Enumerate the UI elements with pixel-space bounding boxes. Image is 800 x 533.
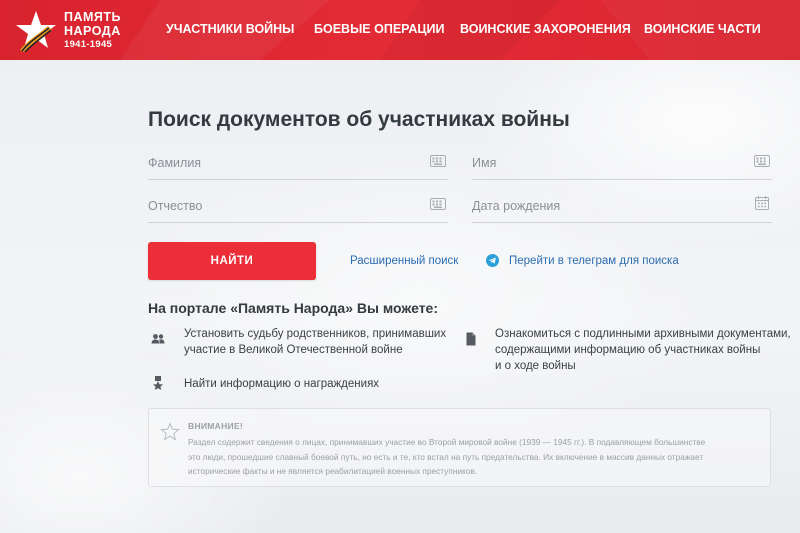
people-icon <box>151 334 165 344</box>
feature-archive-line3: и о ходе войны <box>495 360 576 372</box>
notice-line2: это люди, прошедшие славный боевой путь,… <box>188 451 704 462</box>
feature-fate-line2: участие в Великой Отечественной войне <box>184 344 403 356</box>
feature-archive-line2: содержащими информацию об участниках вой… <box>495 344 761 356</box>
site-header: ПАМЯТЬ НАРОДА 1941-1945 УЧАСТНИКИ ВОЙНЫ … <box>0 0 800 60</box>
features-heading: На портале «Память Народа» Вы можете: <box>148 300 439 316</box>
nav-item-participants[interactable]: УЧАСТНИКИ ВОЙНЫ <box>166 22 294 36</box>
nav-item-operations[interactable]: БОЕВЫЕ ОПЕРАЦИИ <box>314 22 445 36</box>
find-button[interactable]: НАЙТИ <box>148 242 316 280</box>
nav-item-burials[interactable]: ВОИНСКИЕ ЗАХОРОНЕНИЯ <box>460 22 631 36</box>
first-name-field[interactable]: Имя <box>472 150 772 180</box>
main-nav: УЧАСТНИКИ ВОЙНЫ БОЕВЫЕ ОПЕРАЦИИ ВОИНСКИЕ… <box>0 0 800 60</box>
page-title: Поиск документов об участниках войны <box>148 108 570 131</box>
patronymic-placeholder: Отчество <box>148 199 203 213</box>
calendar-icon[interactable] <box>754 195 770 211</box>
patronymic-field[interactable]: Отчество <box>148 193 448 223</box>
warning-notice: ВНИМАНИЕ! Раздел содержит сведения о лиц… <box>148 408 771 487</box>
notice-line1: Раздел содержит сведения о лицах, приним… <box>188 437 706 447</box>
last-name-placeholder: Фамилия <box>148 156 202 170</box>
star-outline-icon <box>160 422 180 441</box>
notice-line3: исторические факты и не является реабили… <box>188 466 478 476</box>
advanced-search-link[interactable]: Расширенный поиск <box>350 255 458 267</box>
notice-title: ВНИМАНИЕ! <box>188 421 244 431</box>
feature-archive: Ознакомиться с подлинными архивными доку… <box>495 326 791 374</box>
keyboard-icon[interactable] <box>430 197 446 211</box>
feature-archive-line1: Ознакомиться с подлинными архивными доку… <box>495 328 791 340</box>
first-name-placeholder: Имя <box>472 156 497 170</box>
feature-fate: Установить судьбу родственников, принима… <box>184 326 446 358</box>
document-icon <box>466 332 476 346</box>
feature-awards-line1: Найти информацию о награждениях <box>184 378 380 390</box>
feature-awards: Найти информацию о награждениях <box>184 376 379 392</box>
keyboard-icon[interactable] <box>754 154 770 168</box>
birth-date-field[interactable]: Дата рождения <box>472 193 772 223</box>
telegram-icon[interactable] <box>486 254 499 267</box>
last-name-field[interactable]: Фамилия <box>148 150 448 180</box>
telegram-search-link[interactable]: Перейти в телеграм для поиска <box>509 255 679 267</box>
feature-fate-line1: Установить судьбу родственников, принима… <box>184 328 447 340</box>
medal-icon <box>153 376 163 390</box>
notice-body: Раздел содержит сведения о лицах, приним… <box>188 435 763 479</box>
keyboard-icon[interactable] <box>430 154 446 168</box>
nav-item-units[interactable]: ВОИНСКИЕ ЧАСТИ <box>644 22 761 36</box>
birth-date-placeholder: Дата рождения <box>472 199 561 213</box>
